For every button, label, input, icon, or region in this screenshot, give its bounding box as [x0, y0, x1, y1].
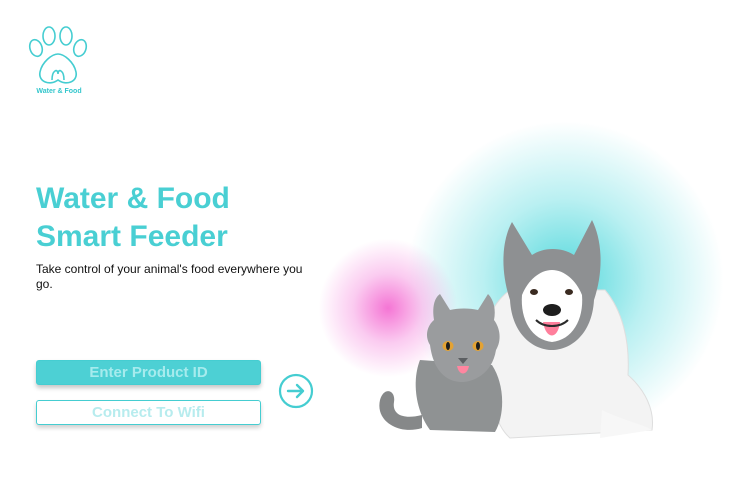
connect-wifi-button[interactable]: Connect To Wifi: [36, 400, 261, 425]
title-line-1: Water & Food: [36, 182, 230, 215]
title-line-2: Smart Feeder: [36, 220, 228, 253]
enter-product-id-button[interactable]: Enter Product ID: [36, 360, 261, 385]
hero-subtitle: Take control of your animal's food every…: [36, 262, 303, 291]
brand-name: Water & Food: [36, 88, 82, 95]
pets-illustration: [379, 220, 654, 439]
page-title: Water & Food Smart Feeder: [36, 180, 230, 256]
brand-logo: Water & Food: [26, 26, 92, 98]
arrow-right-circle-icon: [278, 373, 314, 409]
paw-icon: [28, 26, 88, 84]
next-button[interactable]: [278, 373, 314, 409]
